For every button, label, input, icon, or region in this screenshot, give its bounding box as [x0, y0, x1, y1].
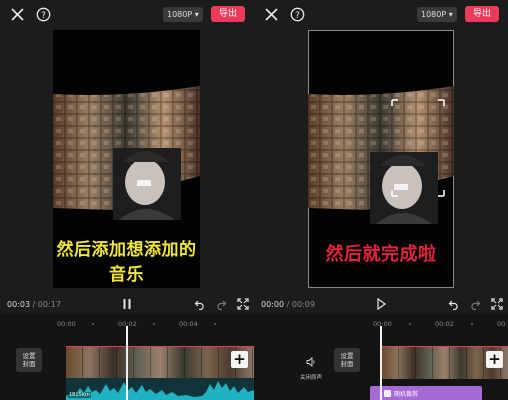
- svg-text:?: ?: [295, 11, 300, 21]
- time-separator: /: [286, 300, 290, 309]
- cover-label: 封面: [22, 360, 36, 368]
- video-preview[interactable]: 然后添加想添加的音乐: [53, 30, 200, 288]
- total-time: 00:09: [291, 300, 315, 309]
- undo-icon[interactable]: [448, 298, 460, 310]
- add-clip-button[interactable]: +: [231, 351, 248, 368]
- redo-icon[interactable]: [215, 298, 227, 310]
- ruler-dot: [409, 323, 411, 325]
- audio-track[interactable]: 1815Km: [66, 378, 254, 400]
- playhead[interactable]: [126, 326, 128, 400]
- ruler-dot: [92, 323, 94, 325]
- timeline-panel[interactable]: 00:00 00:02 00:04 关闭原声 设置 封面 + 随机裁剪: [254, 314, 508, 400]
- svg-text:?: ?: [41, 11, 46, 21]
- help-icon[interactable]: ?: [290, 7, 305, 22]
- mute-label: 关闭原声: [299, 375, 322, 381]
- text-track-label: 随机裁剪: [394, 391, 419, 398]
- cover-label: 封面: [340, 360, 354, 368]
- playback-time: 00:00 / 00:09: [261, 300, 315, 309]
- cover-label: 设置: [340, 352, 354, 360]
- current-time: 00:00: [261, 300, 285, 309]
- timeline-panel[interactable]: 00:00 00:02 00:04 设置 封面 + 1815Km: [0, 314, 254, 400]
- pause-icon[interactable]: [122, 298, 132, 310]
- total-time: 00:17: [37, 300, 61, 309]
- top-bar: ? 1080P ▾ 导出: [254, 0, 508, 30]
- set-cover-button[interactable]: 设置 封面: [16, 348, 42, 372]
- audio-waveform: [66, 381, 254, 400]
- playhead[interactable]: [380, 326, 382, 400]
- cover-label: 设置: [22, 352, 36, 360]
- video-preview[interactable]: 然后就完成啦: [308, 30, 454, 288]
- editor-pane-right: ? 1080P ▾ 导出 然后就完成啦 00:00 / 00:09 00:00 …: [254, 0, 508, 400]
- text-icon: [384, 390, 391, 397]
- mute-original-audio-button[interactable]: 关闭原声: [294, 352, 328, 381]
- help-icon[interactable]: ?: [36, 7, 51, 22]
- ruler-tick: 00:00: [57, 320, 76, 328]
- ruler-tick: 00:00: [373, 320, 392, 328]
- add-clip-button[interactable]: +: [486, 351, 503, 368]
- export-button[interactable]: 导出: [465, 6, 499, 22]
- redo-icon[interactable]: [469, 298, 481, 310]
- play-icon[interactable]: [376, 298, 386, 310]
- ruler-dot: [471, 323, 473, 325]
- time-separator: /: [32, 300, 36, 309]
- set-cover-button[interactable]: 设置 封面: [334, 348, 360, 372]
- editor-pane-left: ? 1080P ▾ 导出 然后添加想添加的音乐 00:03 / 00:17 00…: [0, 0, 254, 400]
- undo-icon[interactable]: [194, 298, 206, 310]
- current-time: 00:03: [7, 300, 31, 309]
- ruler-tick: 00:02: [435, 320, 454, 328]
- video-caption: 然后添加想添加的音乐: [56, 240, 197, 285]
- top-bar: ? 1080P ▾ 导出: [0, 0, 254, 30]
- video-clip-track[interactable]: [66, 346, 254, 379]
- ruler-dot: [214, 323, 216, 325]
- fullscreen-icon[interactable]: [237, 298, 249, 310]
- text-track-clip[interactable]: 随机裁剪: [370, 386, 482, 400]
- resolution-dropdown[interactable]: 1080P ▾: [163, 7, 203, 22]
- fullscreen-icon[interactable]: [491, 298, 503, 310]
- resolution-dropdown[interactable]: 1080P ▾: [417, 7, 457, 22]
- ruler-tick: 00:04: [179, 320, 198, 328]
- ruler-tick: 00:04: [497, 320, 508, 328]
- video-caption: 然后就完成啦: [325, 244, 437, 265]
- ruler-dot: [153, 323, 155, 325]
- close-icon[interactable]: [264, 7, 279, 22]
- export-button[interactable]: 导出: [211, 6, 245, 22]
- playback-time: 00:03 / 00:17: [7, 300, 61, 309]
- audio-track-label: 1815Km: [68, 392, 91, 398]
- close-icon[interactable]: [10, 7, 25, 22]
- speaker-icon: [306, 357, 315, 367]
